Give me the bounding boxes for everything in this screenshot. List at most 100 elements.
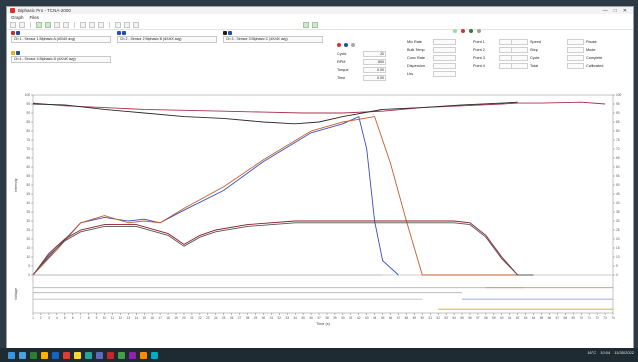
close-button[interactable]: ✕ bbox=[623, 8, 627, 14]
param-label: Point 2 bbox=[473, 48, 485, 52]
x-tick-label: 1 bbox=[32, 316, 34, 320]
channel-4-selector[interactable]: Ch 4 - Sensor 4 Biphasic D (dX/dX avg) bbox=[11, 51, 111, 63]
taskbar-app-icon[interactable] bbox=[96, 351, 103, 359]
x-tick-label: 43 bbox=[365, 316, 369, 320]
control-panel: Ch 1 - Sensor 1 Biphasic A (dX/dX avg) Ch… bbox=[7, 29, 633, 89]
param-value-field[interactable] bbox=[567, 39, 584, 45]
x-tick-label: 32 bbox=[278, 316, 282, 320]
zoom-in-icon[interactable] bbox=[80, 21, 86, 28]
param-label: Point 3 bbox=[473, 56, 485, 60]
copy-icon[interactable] bbox=[133, 21, 139, 28]
x-tick-label: 72 bbox=[595, 316, 599, 320]
menu-files[interactable]: Files bbox=[30, 15, 40, 20]
taskbar-app-icon[interactable] bbox=[107, 351, 114, 359]
param-label: Mode bbox=[586, 48, 596, 52]
x-tick-label: 13 bbox=[127, 316, 131, 320]
tray-date[interactable]: 11/30/2022 bbox=[614, 350, 634, 355]
param-value-field[interactable]: 0.00 bbox=[363, 75, 386, 81]
status-led-icon bbox=[337, 43, 341, 47]
param-value-field[interactable]: 0.00 bbox=[363, 67, 386, 73]
param-value-field[interactable] bbox=[433, 63, 456, 69]
taskbar-app-icon[interactable] bbox=[129, 351, 136, 359]
param-value-field[interactable] bbox=[567, 47, 584, 53]
x-tick-label: 6 bbox=[72, 316, 74, 320]
taskbar-app-icon[interactable] bbox=[63, 351, 70, 359]
taskbar-app-icon[interactable] bbox=[74, 351, 81, 359]
x-tick-label: 29 bbox=[254, 316, 258, 320]
start-button[interactable] bbox=[8, 351, 15, 359]
toolbar-separator bbox=[30, 21, 31, 28]
color-swatch-icon[interactable] bbox=[16, 31, 20, 35]
minimize-button[interactable]: — bbox=[603, 8, 608, 14]
color-swatch-icon[interactable] bbox=[16, 51, 20, 55]
x-tick-label: 54 bbox=[452, 316, 456, 320]
settings-icon[interactable] bbox=[124, 21, 130, 28]
stop-icon[interactable] bbox=[45, 21, 51, 28]
param-label: Complete bbox=[586, 56, 603, 60]
maximize-button[interactable]: □ bbox=[614, 8, 617, 14]
param-value-field[interactable] bbox=[567, 63, 584, 69]
param-value-field[interactable] bbox=[433, 47, 456, 53]
param-label: Total bbox=[530, 64, 539, 68]
color-swatch-icon[interactable] bbox=[223, 31, 227, 35]
taskbar-app-icon[interactable] bbox=[118, 351, 125, 359]
param-label: Dispersion bbox=[407, 64, 425, 68]
x-tick-label: 22 bbox=[198, 316, 202, 320]
taskbar-app-icon[interactable] bbox=[151, 351, 158, 359]
start-icon[interactable] bbox=[36, 21, 42, 28]
param-value-field[interactable]: 800 bbox=[363, 59, 386, 65]
param-value-field[interactable] bbox=[511, 39, 528, 45]
channel-3-selector[interactable]: Ch 3 - Sensor 3 Biphasic C (dX/dX avg) bbox=[223, 31, 323, 43]
x-tick-label: 15 bbox=[142, 316, 146, 320]
save-icon[interactable] bbox=[19, 21, 25, 28]
color-swatch-icon[interactable] bbox=[11, 51, 15, 55]
color-swatch-icon[interactable] bbox=[122, 31, 126, 35]
taskbar-app-icon[interactable] bbox=[85, 351, 92, 359]
taskbar-app-icon[interactable] bbox=[41, 351, 48, 359]
marker-icon[interactable] bbox=[63, 21, 69, 28]
x-tick-label: 14 bbox=[135, 316, 139, 320]
y-tick-label: 100 bbox=[25, 93, 31, 97]
param-label: Conc Rate bbox=[407, 56, 425, 60]
x-tick-label: 69 bbox=[572, 316, 576, 320]
param-value-field[interactable] bbox=[433, 55, 456, 61]
color-swatch-icon[interactable] bbox=[117, 31, 121, 35]
param-value-field[interactable] bbox=[433, 71, 456, 77]
x-tick-label: 16 bbox=[150, 316, 154, 320]
x-tick-label: 27 bbox=[238, 316, 242, 320]
record-icon[interactable] bbox=[303, 21, 309, 28]
taskbar-app-icon[interactable] bbox=[140, 351, 147, 359]
param-value-field[interactable] bbox=[433, 39, 456, 45]
param-value-field[interactable] bbox=[511, 55, 528, 61]
y2-tick-label: 15 bbox=[616, 246, 620, 250]
color-swatch-icon[interactable] bbox=[228, 31, 232, 35]
tray-time[interactable]: 10:04 bbox=[600, 350, 610, 355]
pause-icon[interactable] bbox=[54, 21, 60, 28]
print-icon[interactable] bbox=[115, 21, 121, 28]
x-tick-label: 3 bbox=[48, 316, 50, 320]
pan-icon[interactable] bbox=[98, 21, 104, 28]
param-row: Cycle 20 bbox=[337, 51, 386, 57]
open-icon[interactable] bbox=[10, 21, 16, 28]
channel-1-selector[interactable]: Ch 1 - Sensor 1 Biphasic A (dX/dX avg) bbox=[11, 31, 111, 43]
x-tick-label: 61 bbox=[508, 316, 512, 320]
taskbar-app-icon[interactable] bbox=[30, 351, 37, 359]
channel-2-selector[interactable]: Ch 2 - Sensor 2 Biphasic B (dX/dX avg) bbox=[117, 31, 217, 43]
param-row: Point 4 bbox=[473, 63, 516, 69]
param-label: Pause bbox=[586, 40, 597, 44]
param-value-field[interactable]: 20 bbox=[363, 51, 386, 57]
x-tick-label: 19 bbox=[174, 316, 178, 320]
menu-graph[interactable]: Graph bbox=[11, 15, 24, 20]
y-tick-label: 0 bbox=[28, 273, 30, 277]
param-value-field[interactable] bbox=[511, 63, 528, 69]
export-icon[interactable] bbox=[312, 21, 318, 28]
zoom-out-icon[interactable] bbox=[89, 21, 95, 28]
param-value-field[interactable] bbox=[567, 55, 584, 61]
color-swatch-icon[interactable] bbox=[11, 31, 15, 35]
param-value-field[interactable] bbox=[511, 47, 528, 53]
x-tick-label: 26 bbox=[230, 316, 234, 320]
taskbar-app-icon[interactable] bbox=[52, 351, 59, 359]
param-label: Time bbox=[337, 76, 346, 80]
taskbar-app-icon[interactable] bbox=[19, 351, 26, 359]
param-label: RPM bbox=[337, 60, 346, 64]
